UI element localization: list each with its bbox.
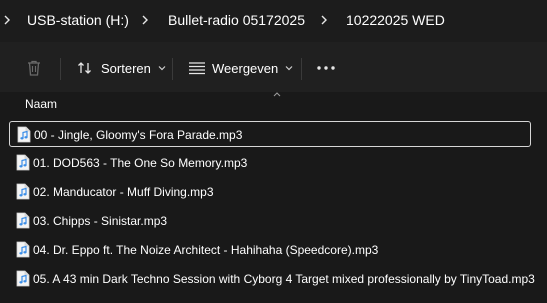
file-row[interactable]: 03. Chipps - Sinistar.mp3 [9,208,531,234]
audio-file-icon [17,126,31,143]
sort-ascending-icon [273,92,281,97]
toolbar-divider [172,58,173,80]
view-button[interactable]: Weergeven [188,57,294,79]
file-name: 04. Dr. Eppo ft. The Noize Architect - H… [33,243,379,257]
column-header-name[interactable]: Naam [25,97,57,111]
file-name: 00 - Jingle, Gloomy's Fora Parade.mp3 [34,128,243,142]
ellipsis-icon [317,66,335,70]
column-header-row: Naam [0,92,547,118]
sort-label: Sorteren [101,60,151,76]
file-row[interactable]: 05. A 43 min Dark Techno Session with Cy… [9,266,535,292]
command-bar: Sorteren Weergeven [0,42,547,93]
file-name: 01. DOD563 - The One So Memory.mp3 [33,156,248,170]
chevron-right-icon[interactable] [140,11,150,29]
view-label: Weergeven [212,60,279,76]
delete-button[interactable] [26,57,42,79]
breadcrumb-item-folder[interactable]: Bullet-radio 05172025 [168,12,305,28]
more-options-button[interactable] [316,57,336,79]
chevron-right-icon[interactable] [319,11,329,29]
chevron-down-icon [158,66,166,71]
breadcrumb-item-current[interactable]: 10222025 WED [346,12,445,28]
file-name: 02. Manducator - Muff Diving.mp3 [33,185,214,199]
address-bar[interactable]: USB-station (H:) Bullet-radio 05172025 1… [0,0,547,42]
trash-icon [28,60,40,76]
audio-file-icon [16,241,30,258]
sort-icon [78,62,91,74]
file-row[interactable]: 00 - Jingle, Gloomy's Fora Parade.mp3 [9,121,531,147]
file-row[interactable]: 02. Manducator - Muff Diving.mp3 [9,179,531,205]
list-view-icon [189,62,205,75]
audio-file-icon [16,212,30,229]
file-name: 05. A 43 min Dark Techno Session with Cy… [33,272,535,286]
audio-file-icon [16,154,30,171]
file-name: 03. Chipps - Sinistar.mp3 [33,214,168,228]
chevron-down-icon [285,66,293,71]
audio-file-icon [16,183,30,200]
sort-button[interactable]: Sorteren [77,57,167,79]
file-row[interactable]: 01. DOD563 - The One So Memory.mp3 [9,150,531,176]
chevron-right-icon[interactable] [2,11,12,29]
breadcrumb-item-drive[interactable]: USB-station (H:) [27,12,129,28]
toolbar-divider [60,58,61,80]
toolbar-divider [301,58,302,80]
file-row[interactable]: 04. Dr. Eppo ft. The Noize Architect - H… [9,237,531,263]
audio-file-icon [16,270,30,287]
